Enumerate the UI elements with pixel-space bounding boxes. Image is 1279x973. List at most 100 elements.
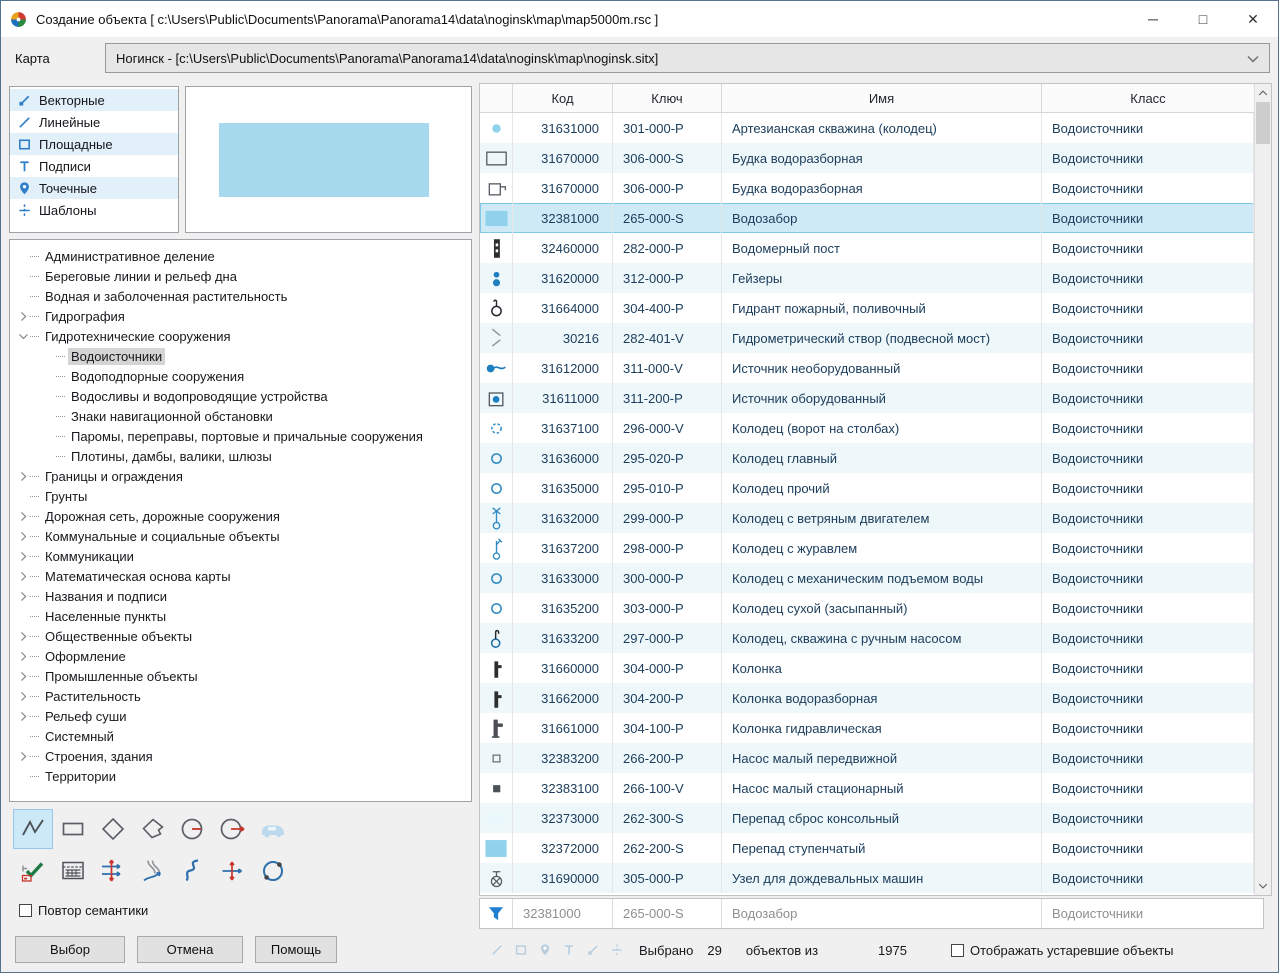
table-row[interactable]: 31670000 306-000-P Будка водоразборная В… [480,173,1271,203]
table-row[interactable]: 31661000 304-100-P Колонка гидравлическа… [480,713,1271,743]
tree-item[interactable]: Названия и подписи [10,586,471,606]
table-row[interactable]: 31611000 311-200-P Источник оборудованны… [480,383,1271,413]
filter-funnel-icon[interactable] [480,899,513,928]
diamond-tool-button[interactable] [93,809,133,849]
selected-count: 29 [707,943,721,958]
close-button[interactable]: ✕ [1228,1,1278,37]
column-header-code[interactable]: Код [513,84,613,112]
table-row[interactable]: 31664000 304-400-P Гидрант пожарный, пол… [480,293,1271,323]
table-row[interactable]: 31612000 311-000-V Источник необорудован… [480,353,1271,383]
table-row[interactable]: 31632000 299-000-P Колодец с ветряным дв… [480,503,1271,533]
table-row[interactable]: 31662000 304-200-P Колонка водоразборная… [480,683,1271,713]
object-type-item-template[interactable]: Шаблоны [10,199,178,221]
table-input-tool-button[interactable] [53,851,93,891]
tree-item[interactable]: Растительность [10,686,471,706]
column-header-class[interactable]: Класс [1042,84,1254,112]
select-button[interactable]: Выбор [15,936,125,963]
tree-item[interactable]: Оформление [10,646,471,666]
tree-item[interactable]: Территории [10,766,471,786]
road-spline-tool-button[interactable] [133,851,173,891]
column-header-key[interactable]: Ключ [613,84,722,112]
minimize-button[interactable]: ─ [1128,1,1178,37]
circle-radius-tool-button[interactable] [173,809,213,849]
tree-item[interactable]: Общественные объекты [10,626,471,646]
tree-item[interactable]: Промышленные объекты [10,666,471,686]
axis-cross-tool-button[interactable] [213,851,253,891]
polygon-tool-button[interactable] [133,809,173,849]
tree-item[interactable]: Водная и заболоченная растительность [10,286,471,306]
object-type-item-point[interactable]: Точечные [10,177,178,199]
square-flag-icon [483,175,510,202]
tree-item[interactable]: Гидротехнические сооружения [10,326,471,346]
table-row[interactable]: 32381000 265-000-S Водозабор Водоисточни… [480,203,1271,233]
table-row[interactable]: 31631000 301-000-P Артезианская скважина… [480,113,1271,143]
table-row[interactable]: 31633000 300-000-P Колодец с механически… [480,563,1271,593]
maximize-button[interactable]: □ [1178,1,1228,37]
cancel-button[interactable]: Отмена [137,936,243,963]
help-button[interactable]: Помощь [255,936,337,963]
column-header-symbol[interactable] [480,84,513,112]
curve-tool-button[interactable] [173,851,213,891]
filter-class-field[interactable]: Водоисточники [1042,899,1263,928]
tree-item[interactable]: Знаки навигационной обстановки [10,406,471,426]
circle-arrow-tool-button[interactable] [213,809,253,849]
object-type-item-area[interactable]: Площадные [10,133,178,155]
table-row[interactable]: 32460000 282-000-P Водомерный пост Водои… [480,233,1271,263]
filter-code-field[interactable]: 32381000 [513,899,613,928]
tree-item[interactable]: Паромы, переправы, портовые и причальные… [10,426,471,446]
table-row[interactable]: 31635200 303-000-P Колодец сухой (засыпа… [480,593,1271,623]
tree-item[interactable]: Строения, здания [10,746,471,766]
table-row[interactable]: 32372000 262-200-S Перепад ступенчатый В… [480,833,1271,863]
cross-section-tool-button[interactable] [93,851,133,891]
tree-item[interactable]: Водоподпорные сооружения [10,366,471,386]
scroll-up-icon[interactable] [1255,85,1271,101]
table-row[interactable]: 32373000 262-300-S Перепад сброс консоль… [480,803,1271,833]
tree-item[interactable]: Дорожная сеть, дорожные сооружения [10,506,471,526]
table-row[interactable]: 31620000 312-000-P Гейзеры Водоисточники [480,263,1271,293]
tree-item[interactable]: Математическая основа карты [10,566,471,586]
apply-semantics-tool-button[interactable] [13,851,53,891]
repeat-semantics-checkbox[interactable] [19,904,32,917]
table-row[interactable]: 31690000 305-000-P Узел для дождевальных… [480,863,1271,893]
scroll-down-icon[interactable] [1255,878,1271,894]
tree-item[interactable]: Водоисточники [10,346,471,366]
table-row[interactable]: 31633200 297-000-P Колодец, скважина с р… [480,623,1271,653]
object-type-item-line[interactable]: Линейные [10,111,178,133]
table-row[interactable]: 32383200 266-200-P Насос малый передвижн… [480,743,1271,773]
tree-item[interactable]: Грунты [10,486,471,506]
tree-item[interactable]: Коммуникации [10,546,471,566]
table-row[interactable]: 30216 282-401-V Гидрометрический створ (… [480,323,1271,353]
map-combobox[interactable]: Ногинск - [c:\Users\Public\Documents\Pan… [105,43,1270,73]
filter-key-field[interactable]: 265-000-S [613,899,722,928]
scrollbar-thumb[interactable] [1256,102,1270,144]
symbol-preview [185,86,472,233]
polyline-tool-button[interactable] [13,809,53,849]
tree-item[interactable]: Водосливы и водопроводящие устройства [10,386,471,406]
chevron-down-icon [1245,51,1261,67]
rectangle-tool-button[interactable] [53,809,93,849]
table-row[interactable]: 31637100 296-000-V Колодец (ворот на сто… [480,413,1271,443]
tree-item[interactable]: Системный [10,726,471,746]
table-row[interactable]: 31636000 295-020-P Колодец главный Водои… [480,443,1271,473]
circle-points-tool-button[interactable] [253,851,293,891]
table-row[interactable]: 31670000 306-000-S Будка водоразборная В… [480,143,1271,173]
tree-item[interactable]: Гидрография [10,306,471,326]
table-scrollbar[interactable] [1254,84,1271,895]
tree-item[interactable]: Коммунальные и социальные объекты [10,526,471,546]
tree-item[interactable]: Рельеф суши [10,706,471,726]
object-type-item-text[interactable]: Подписи [10,155,178,177]
object-type-item-vector[interactable]: Векторные [10,89,178,111]
filter-name-field[interactable]: Водозабор [722,899,1042,928]
car-tool-button[interactable] [253,809,293,849]
table-row[interactable]: 32383100 266-100-V Насос малый стационар… [480,773,1271,803]
table-row[interactable]: 31660000 304-000-P Колонка Водоисточники [480,653,1271,683]
table-row[interactable]: 31637200 298-000-P Колодец с журавлем Во… [480,533,1271,563]
column-header-name[interactable]: Имя [722,84,1042,112]
tree-item[interactable]: Плотины, дамбы, валики, шлюзы [10,446,471,466]
tree-item[interactable]: Береговые линии и рельеф дна [10,266,471,286]
show-obsolete-checkbox[interactable] [951,944,964,957]
tree-item[interactable]: Границы и ограждения [10,466,471,486]
table-row[interactable]: 31635000 295-010-P Колодец прочий Водоис… [480,473,1271,503]
tree-item[interactable]: Населенные пункты [10,606,471,626]
tree-item[interactable]: Административное деление [10,246,471,266]
